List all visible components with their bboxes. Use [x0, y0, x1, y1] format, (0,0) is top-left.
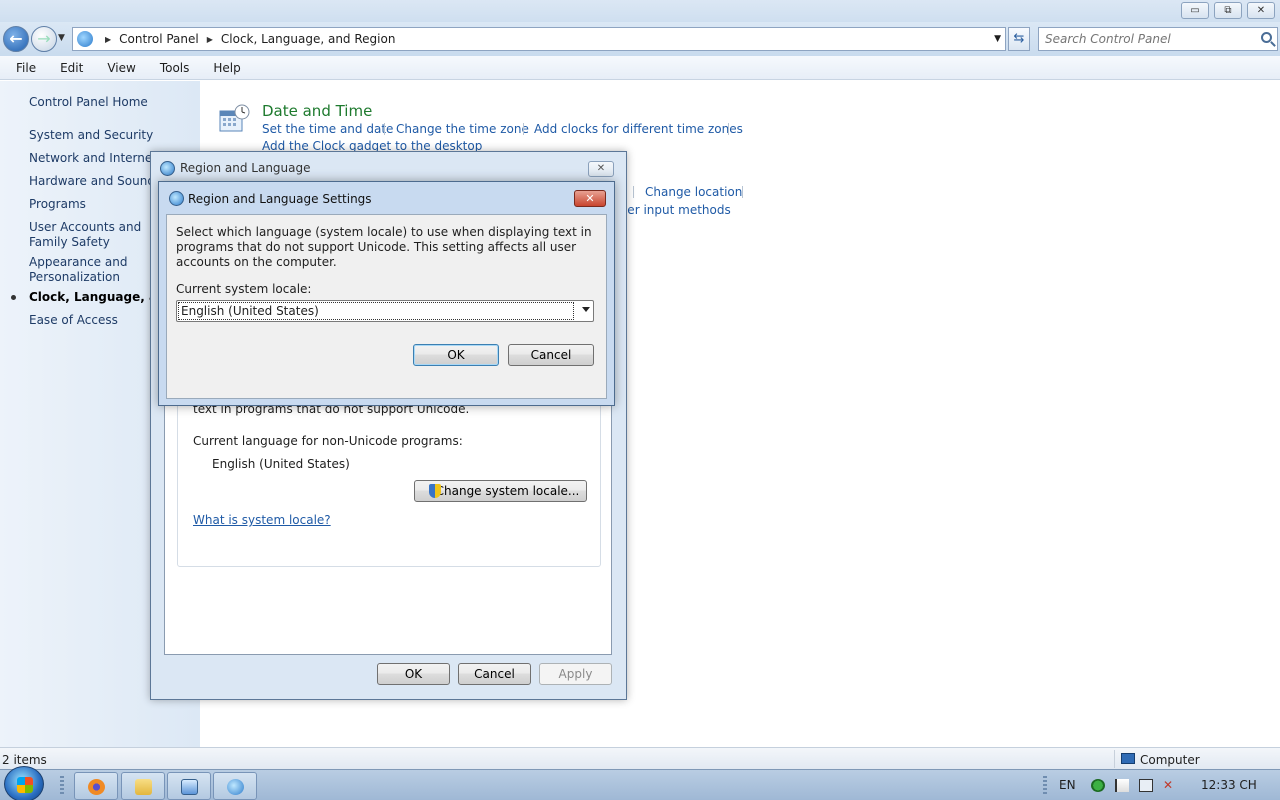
clock[interactable]: 12:33 CH: [1201, 778, 1257, 792]
close-settings-button[interactable]: ✕: [574, 190, 606, 207]
dropdown-arrow-icon[interactable]: [582, 307, 590, 312]
window-titlebar: ▭ ⧉ ✕: [0, 0, 1280, 22]
taskbar-remote-desktop[interactable]: [167, 772, 211, 800]
region-globe-icon: [160, 161, 175, 176]
sidebar-item-user-accounts[interactable]: User Accounts and Family Safety: [29, 220, 149, 250]
cancel-button[interactable]: Cancel: [458, 663, 531, 685]
sidebar-item-appearance[interactable]: Appearance and Personalization: [29, 255, 129, 285]
status-separator: [1114, 750, 1115, 768]
start-button[interactable]: [4, 766, 44, 800]
menu-view[interactable]: View: [103, 61, 139, 75]
input-methods-link[interactable]: ther input methods: [615, 203, 731, 217]
menu-bar: File Edit View Tools Help: [0, 56, 1280, 80]
apply-button[interactable]: Apply: [539, 663, 612, 685]
item-count: 2 items: [2, 753, 47, 767]
windows-logo-icon: [17, 777, 33, 793]
date-time-heading[interactable]: Date and Time: [262, 102, 372, 120]
refresh-button[interactable]: ⇆: [1008, 27, 1030, 51]
address-bar[interactable]: ▶ Control Panel ▶ Clock, Language, and R…: [72, 27, 1006, 51]
taskbar-control-panel[interactable]: [213, 772, 257, 800]
language-indicator[interactable]: EN: [1059, 778, 1076, 792]
change-location-link[interactable]: Change location: [645, 185, 742, 199]
restore-button[interactable]: ⧉: [1214, 2, 1242, 19]
link-separator: [633, 186, 634, 198]
taskbar-firefox[interactable]: [74, 772, 118, 800]
taskbar-explorer[interactable]: [121, 772, 165, 800]
change-system-locale-label: Change system locale...: [435, 484, 580, 498]
system-locale-value[interactable]: English (United States): [178, 302, 574, 320]
link-separator: [728, 123, 729, 135]
network-icon[interactable]: [1139, 779, 1153, 792]
link-separator: [742, 186, 743, 198]
back-button[interactable]: ←: [3, 26, 29, 52]
folder-icon: [135, 779, 152, 795]
what-is-system-locale-link[interactable]: What is system locale?: [193, 513, 331, 527]
change-time-zone-link[interactable]: Change the time zone: [396, 122, 529, 136]
link-separator: [523, 123, 524, 135]
computer-zone-label: Computer: [1140, 753, 1200, 767]
sidebar-item-system-security[interactable]: System and Security: [29, 128, 197, 143]
dialog-title: Region and Language: [180, 161, 311, 175]
menu-edit[interactable]: Edit: [56, 61, 87, 75]
link-separator: [384, 123, 385, 135]
calendar-clock-icon: [219, 104, 250, 132]
address-dropdown-icon[interactable]: ▼: [994, 34, 1001, 44]
close-dialog-button[interactable]: ✕: [588, 161, 614, 177]
search-box[interactable]: [1038, 27, 1278, 51]
sidebar-control-panel-home[interactable]: Control Panel Home: [29, 95, 197, 110]
settings-cancel-button[interactable]: Cancel: [508, 344, 594, 366]
chevron-right-icon[interactable]: ▶: [207, 35, 213, 44]
volume-muted-icon[interactable]: ✕: [1163, 779, 1177, 792]
firefox-icon: [88, 779, 105, 795]
locale-description: Select which language (system locale) to…: [176, 225, 592, 269]
current-item-bullet: [11, 295, 16, 300]
breadcrumb-control-panel[interactable]: Control Panel: [119, 32, 199, 46]
minimize-button[interactable]: ▭: [1181, 2, 1209, 19]
uac-shield-icon: [429, 484, 441, 498]
tray-grip[interactable]: [1043, 776, 1047, 794]
ok-button[interactable]: OK: [377, 663, 450, 685]
flag-icon[interactable]: [1115, 779, 1129, 792]
taskbar-grip[interactable]: [60, 776, 64, 794]
search-input[interactable]: [1039, 28, 1249, 50]
control-panel-icon: [227, 779, 244, 795]
status-bar: 2 items Computer: [0, 747, 1280, 769]
settings-dialog-body: Select which language (system locale) to…: [166, 214, 607, 399]
forward-button[interactable]: →: [31, 26, 57, 52]
region-globe-icon: [169, 191, 184, 206]
settings-dialog-title: Region and Language Settings: [188, 192, 372, 206]
chevron-right-icon[interactable]: ▶: [105, 35, 111, 44]
breadcrumb-clock-language-region[interactable]: Clock, Language, and Region: [221, 32, 396, 46]
taskbar: EN ✕ 12:33 CH: [0, 766, 1280, 800]
close-window-button[interactable]: ✕: [1247, 2, 1275, 19]
recent-pages-dropdown[interactable]: ▼: [58, 33, 65, 43]
security-icon[interactable]: [1091, 779, 1105, 792]
navigation-bar: ← → ▼ ▶ Control Panel ▶ Clock, Language,…: [0, 22, 1280, 56]
change-system-locale-button[interactable]: Change system locale...: [414, 480, 587, 502]
menu-file[interactable]: File: [12, 61, 40, 75]
control-panel-icon: [77, 31, 93, 47]
set-time-link[interactable]: Set the time and date: [262, 122, 393, 136]
current-language-label: Current language for non-Unicode program…: [193, 434, 463, 448]
menu-tools[interactable]: Tools: [156, 61, 194, 75]
monitor-icon: [181, 779, 198, 795]
search-icon[interactable]: [1261, 32, 1272, 43]
computer-icon: [1121, 753, 1135, 764]
add-clocks-link[interactable]: Add clocks for different time zones: [534, 122, 743, 136]
region-language-settings-dialog: Region and Language Settings ✕ Select wh…: [158, 181, 615, 406]
settings-ok-button[interactable]: OK: [413, 344, 499, 366]
current-language-value: English (United States): [212, 457, 350, 471]
system-locale-select[interactable]: English (United States): [176, 300, 594, 322]
current-system-locale-label: Current system locale:: [176, 282, 312, 296]
menu-help[interactable]: Help: [209, 61, 244, 75]
